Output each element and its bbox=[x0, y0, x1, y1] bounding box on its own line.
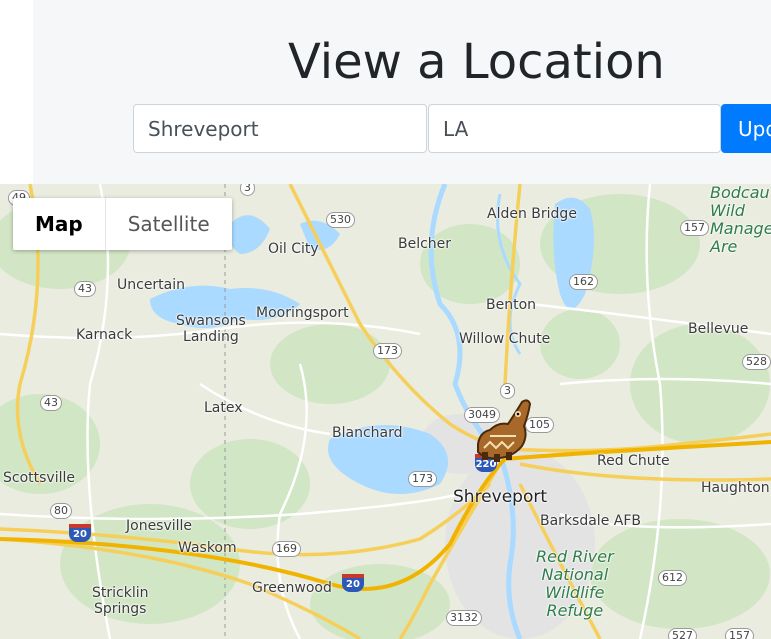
place-label-swansons-landing: Swansons Landing bbox=[176, 313, 246, 345]
place-label-barksdale-afb: Barksdale AFB bbox=[540, 513, 641, 529]
place-label-bellevue: Bellevue bbox=[688, 321, 749, 337]
place-label-stricklin-springs: Stricklin Springs bbox=[92, 585, 149, 617]
place-label-red-river-refuge: Red River National Wildlife Refuge bbox=[536, 547, 614, 620]
place-label-alden-bridge: Alden Bridge bbox=[487, 206, 577, 222]
location-form-panel bbox=[33, 0, 771, 184]
map-base-layer bbox=[0, 184, 771, 639]
place-label-waskom: Waskom bbox=[178, 540, 237, 556]
place-label-latex: Latex bbox=[204, 400, 243, 416]
city-input[interactable] bbox=[133, 104, 427, 153]
route-shield: 157 bbox=[725, 628, 754, 639]
route-shield: 169 bbox=[272, 541, 301, 557]
place-label-jonesville: Jonesville bbox=[126, 518, 193, 534]
map-type-satellite-button[interactable]: Satellite bbox=[104, 198, 232, 250]
map-type-control: Map Satellite bbox=[13, 198, 232, 250]
place-label-scottsville: Scottsville bbox=[3, 470, 75, 486]
place-label-karnack: Karnack bbox=[76, 327, 133, 343]
update-button[interactable]: Upd bbox=[721, 104, 771, 153]
place-label-belcher: Belcher bbox=[398, 236, 452, 252]
place-label-red-chute: Red Chute bbox=[597, 453, 670, 469]
route-shield: 162 bbox=[569, 274, 598, 290]
map-type-map-button[interactable]: Map bbox=[13, 198, 105, 250]
route-shield: 173 bbox=[373, 343, 402, 359]
route-shield: 43 bbox=[74, 281, 96, 297]
place-label-mooringsport: Mooringsport bbox=[256, 305, 349, 321]
interstate-shield: 20 bbox=[69, 524, 91, 542]
page-title: View a Location bbox=[288, 34, 665, 90]
route-shield: 612 bbox=[658, 570, 687, 586]
place-label-oil-city: Oil City bbox=[268, 241, 319, 257]
route-shield: 173 bbox=[408, 471, 437, 487]
route-shield: 3132 bbox=[446, 610, 482, 626]
route-shield: 157 bbox=[680, 220, 709, 236]
interstate-shield: 20 bbox=[342, 574, 364, 592]
place-label-uncertain: Uncertain bbox=[117, 277, 186, 293]
place-label-blanchard: Blanchard bbox=[332, 425, 403, 441]
cat-bus-marker-icon[interactable] bbox=[470, 392, 536, 464]
place-label-greenwood: Greenwood bbox=[252, 580, 332, 596]
route-shield: 530 bbox=[326, 212, 355, 228]
place-label-benton: Benton bbox=[486, 297, 537, 313]
route-shield: 527 bbox=[668, 628, 697, 639]
route-shield: 43 bbox=[40, 395, 62, 411]
place-label-haughton: Haughton bbox=[701, 480, 770, 496]
route-shield: 528 bbox=[742, 354, 771, 370]
place-label-willow-chute: Willow Chute bbox=[459, 331, 551, 347]
state-input[interactable] bbox=[428, 104, 721, 153]
place-label-bodcau: Bodcau Wild Manage Are bbox=[710, 184, 771, 256]
map-view[interactable]: Alden Bridge Bodcau Wild Manage Are Oil … bbox=[0, 184, 771, 639]
place-label-shreveport: Shreveport bbox=[453, 487, 548, 507]
route-shield: 80 bbox=[50, 503, 72, 519]
